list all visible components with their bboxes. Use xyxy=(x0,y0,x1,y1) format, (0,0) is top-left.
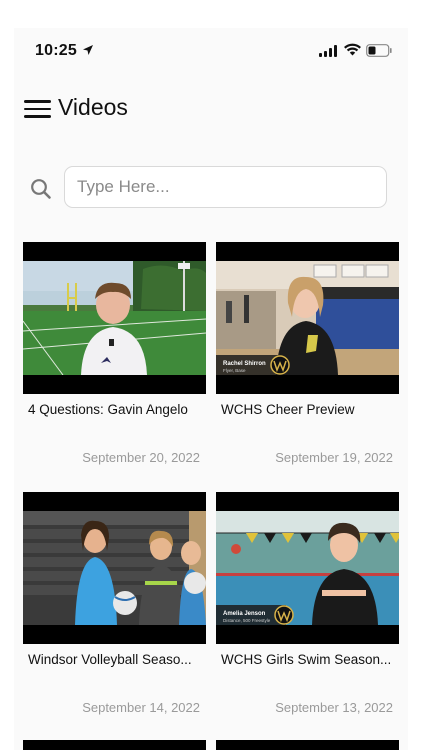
status-bar: 10:25 xyxy=(14,28,408,76)
search-bar xyxy=(14,166,408,212)
school-logo-icon xyxy=(270,355,290,375)
lower-third-name: Rachel Shirron xyxy=(223,361,266,367)
video-title[interactable]: Windsor Volleyball Seaso... xyxy=(28,652,204,667)
video-frame-football-field xyxy=(23,261,206,375)
video-date: September 20, 2022 xyxy=(82,450,200,465)
wifi-icon xyxy=(344,43,361,56)
video-frame-volleyball-team xyxy=(23,511,206,625)
video-card[interactable]: Rachel Shirron Flyer, Base WCHS Cheer Pr… xyxy=(216,242,399,472)
search-icon xyxy=(31,179,51,199)
school-logo-icon xyxy=(274,605,294,625)
app-screen: 10:25 Videos Type Here... 4 Questions: G… xyxy=(14,28,408,750)
video-title[interactable]: WCHS Girls Swim Season... xyxy=(221,652,397,667)
lower-third-role: Flyer, Base xyxy=(223,368,246,373)
video-title[interactable]: WCHS Cheer Preview xyxy=(221,402,397,417)
video-date: September 13, 2022 xyxy=(275,700,393,715)
lower-third-name: Amelia Jenson xyxy=(223,611,266,617)
video-thumbnail[interactable] xyxy=(23,492,206,644)
video-title[interactable]: 4 Questions: Gavin Angelo xyxy=(28,402,204,417)
app-header: Videos xyxy=(14,90,408,130)
video-thumbnail-partial[interactable] xyxy=(23,740,206,750)
lower-third-role: Distance, 500 Freestyle xyxy=(223,618,271,623)
video-date: September 19, 2022 xyxy=(275,450,393,465)
video-thumbnail-partial[interactable] xyxy=(216,740,399,750)
video-date: September 14, 2022 xyxy=(82,700,200,715)
video-thumbnail[interactable]: Amelia Jenson Distance, 500 Freestyle xyxy=(216,492,399,644)
video-card[interactable]: Amelia Jenson Distance, 500 Freestyle WC… xyxy=(216,492,399,722)
page-title: Videos xyxy=(58,94,128,120)
battery-icon xyxy=(366,44,392,57)
search-input[interactable] xyxy=(64,166,387,208)
video-thumbnail[interactable]: Rachel Shirron Flyer, Base xyxy=(216,242,399,394)
video-card[interactable]: 4 Questions: Gavin Angelo September 20, … xyxy=(23,242,206,472)
video-frame-swimming-pool: Amelia Jenson Distance, 500 Freestyle xyxy=(216,511,399,625)
hamburger-menu-icon[interactable] xyxy=(24,98,52,120)
video-thumbnail[interactable] xyxy=(23,242,206,394)
location-arrow-icon xyxy=(83,45,93,55)
status-time: 10:25 xyxy=(35,42,77,59)
cellular-signal-icon xyxy=(319,45,337,57)
video-frame-gymnasium: Rachel Shirron Flyer, Base xyxy=(216,261,399,375)
video-card[interactable]: Windsor Volleyball Seaso... September 14… xyxy=(23,492,206,722)
